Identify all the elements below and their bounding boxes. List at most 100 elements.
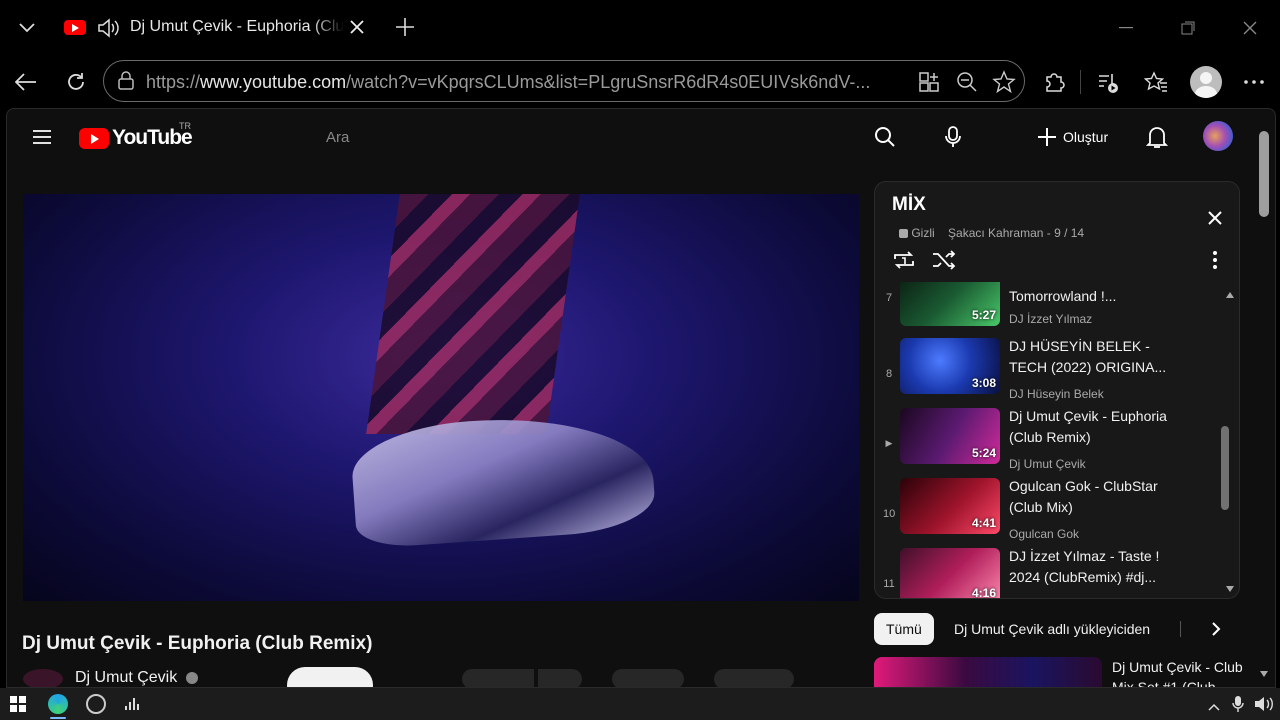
youtube-logo[interactable]: YouTube TR: [79, 121, 193, 150]
playlist-item-current[interactable]: ▶ 5:24 Dj Umut Çevik - Euphoria (Club Re…: [875, 408, 1225, 478]
like-button[interactable]: [462, 669, 534, 687]
edge-browser-icon[interactable]: [48, 694, 68, 714]
close-window-icon[interactable]: [1236, 16, 1264, 40]
app-available-icon[interactable]: [918, 71, 940, 98]
country-code: TR: [179, 121, 191, 131]
item-thumbnail: 5:24: [900, 408, 1000, 464]
save-button[interactable]: [714, 669, 794, 687]
item-duration: 3:08: [971, 376, 996, 390]
youtube-page: YouTube TR Ara Oluştur Dj Umut Çevik - E…: [6, 108, 1276, 688]
item-title: DJ HÜSEYİN BELEK - TECH (2022) ORIGINA..…: [1009, 338, 1167, 375]
subscribe-button[interactable]: [287, 667, 373, 687]
favorites-list-icon[interactable]: [1142, 68, 1170, 96]
minimize-icon[interactable]: [1112, 16, 1140, 40]
address-bar[interactable]: https://www.youtube.com/watch?v=vKpqrsCL…: [103, 60, 1025, 102]
item-title: DJ İzzet Yılmaz - Taste ! 2024 (ClubRemi…: [1009, 548, 1160, 585]
item-index: 8: [885, 368, 893, 380]
speaker-audio-icon[interactable]: [96, 16, 120, 45]
item-channel: Ogulcan Gok: [1009, 527, 1080, 541]
playlist-owner-progress[interactable]: Şakacı Kahraman - 9 / 14: [948, 226, 1084, 240]
more-menu-icon[interactable]: [1240, 68, 1268, 96]
new-tab-plus-icon[interactable]: [392, 14, 418, 40]
refresh-icon[interactable]: [62, 68, 90, 96]
video-player[interactable]: [23, 194, 859, 601]
item-duration: 5:24: [971, 446, 996, 460]
page-scrollbar-thumb[interactable]: [1259, 131, 1269, 217]
zoom-icon[interactable]: [956, 71, 978, 98]
item-index: 10: [883, 508, 896, 520]
item-duration: 4:41: [971, 516, 996, 530]
item-channel: DJ Hüseyin Belek: [1009, 387, 1104, 401]
youtube-favicon-icon: [64, 20, 86, 35]
chip-divider: [1180, 621, 1181, 637]
url-path: /watch?v=vKpqrsCLUms&list=PLgruSnsrR6dR4…: [346, 72, 871, 92]
audio-app-icon[interactable]: [124, 696, 142, 717]
playlist-privacy: Gizli: [911, 226, 935, 240]
hamburger-menu-icon[interactable]: [27, 123, 57, 151]
playlist-item[interactable]: 8 3:08 DJ HÜSEYİN BELEK - TECH (2022) OR…: [875, 338, 1225, 408]
profile-avatar-icon[interactable]: [1190, 66, 1222, 98]
verified-badge-icon: [185, 671, 198, 684]
playlist-item[interactable]: 11 4:16 DJ İzzet Yılmaz - Taste ! 2024 (…: [875, 548, 1225, 599]
item-thumbnail: 4:41: [900, 478, 1000, 534]
close-tab-icon[interactable]: [348, 18, 366, 41]
microphone-tray-icon[interactable]: [1232, 695, 1244, 718]
notifications-bell-icon[interactable]: [1143, 123, 1171, 151]
chip-all[interactable]: Tümü: [874, 613, 934, 645]
favorite-star-icon[interactable]: [992, 70, 1016, 99]
playlist-meta: Gizli Şakacı Kahraman - 9 / 14: [899, 226, 1084, 240]
item-duration: 5:27: [971, 308, 996, 322]
chrome-app-icon[interactable]: [86, 694, 106, 714]
related-video-thumbnail[interactable]: [874, 657, 1102, 687]
playlist-item[interactable]: 10 4:41 Ogulcan Gok - ClubStar (Club Mix…: [875, 478, 1225, 548]
playlist-item[interactable]: 7 5:27 Tomorrowland !... DJ İzzet Yılmaz: [875, 282, 1225, 326]
item-duration: 4:16: [971, 586, 996, 599]
scroll-down-arrow-icon[interactable]: [1259, 665, 1269, 679]
search-input[interactable]: Ara: [307, 123, 847, 151]
share-button[interactable]: [612, 669, 684, 687]
search-icon[interactable]: [871, 123, 899, 151]
tab-title: Dj Umut Çevik - Euphoria (Clu: [130, 18, 344, 35]
restore-icon[interactable]: [1174, 16, 1202, 40]
back-arrow-icon[interactable]: [12, 68, 40, 96]
plus-icon: [1038, 128, 1056, 146]
shuffle-icon[interactable]: [931, 248, 957, 272]
video-title: Dj Umut Çevik - Euphoria (Club Remix): [22, 633, 373, 654]
playlist-more-icon[interactable]: [1207, 248, 1223, 272]
video-frame-leg: [366, 194, 580, 434]
related-video-title[interactable]: Dj Umut Çevik - Club Mix Set #1 (Club: [1112, 657, 1252, 687]
volume-tray-icon[interactable]: [1254, 696, 1274, 717]
url-domain: www.youtube.com: [200, 72, 347, 92]
item-title: Tomorrowland !...: [1009, 288, 1117, 304]
chip-uploader[interactable]: Dj Umut Çevik adlı yükleyiciden: [954, 613, 1150, 645]
item-thumbnail: 4:16: [900, 548, 1000, 599]
lock-info-icon[interactable]: [116, 71, 136, 96]
windows-start-icon[interactable]: [10, 696, 26, 712]
browser-tab[interactable]: Dj Umut Çevik - Euphoria (Clu: [56, 8, 374, 48]
media-control-icon[interactable]: [1094, 68, 1122, 96]
playlist-scroll-up-icon[interactable]: [1225, 286, 1235, 304]
create-button[interactable]: Oluştur: [1037, 123, 1108, 151]
channel-name[interactable]: Dj Umut Çevik: [75, 669, 198, 687]
create-label: Oluştur: [1063, 129, 1109, 145]
url-text[interactable]: https://www.youtube.com/watch?v=vKpqrsCL…: [146, 72, 896, 93]
url-scheme: https://: [146, 72, 201, 92]
account-avatar[interactable]: [1203, 121, 1233, 151]
item-channel: DJ İzzet Yılmaz: [1009, 312, 1093, 326]
tab-bar: Dj Umut Çevik - Euphoria (Clu: [0, 0, 1280, 56]
tray-chevron-up-icon[interactable]: [1208, 698, 1220, 716]
loop-playlist-icon[interactable]: [891, 248, 917, 272]
chevron-right-icon[interactable]: [1204, 617, 1228, 641]
extensions-puzzle-icon[interactable]: [1040, 68, 1068, 96]
now-playing-icon: ▶: [885, 438, 893, 448]
playlist-scroll-down-icon[interactable]: [1225, 580, 1235, 598]
microphone-icon[interactable]: [939, 123, 967, 151]
filter-chips: Tümü Dj Umut Çevik adlı yükleyiciden: [874, 613, 1240, 645]
tab-list-chevron-icon[interactable]: [14, 16, 40, 40]
youtube-play-icon: [79, 127, 109, 149]
close-playlist-icon[interactable]: [1203, 206, 1227, 230]
channel-avatar[interactable]: [23, 669, 63, 687]
search-placeholder: Ara: [326, 129, 350, 146]
active-app-indicator: [50, 717, 66, 719]
dislike-button[interactable]: [538, 669, 582, 687]
